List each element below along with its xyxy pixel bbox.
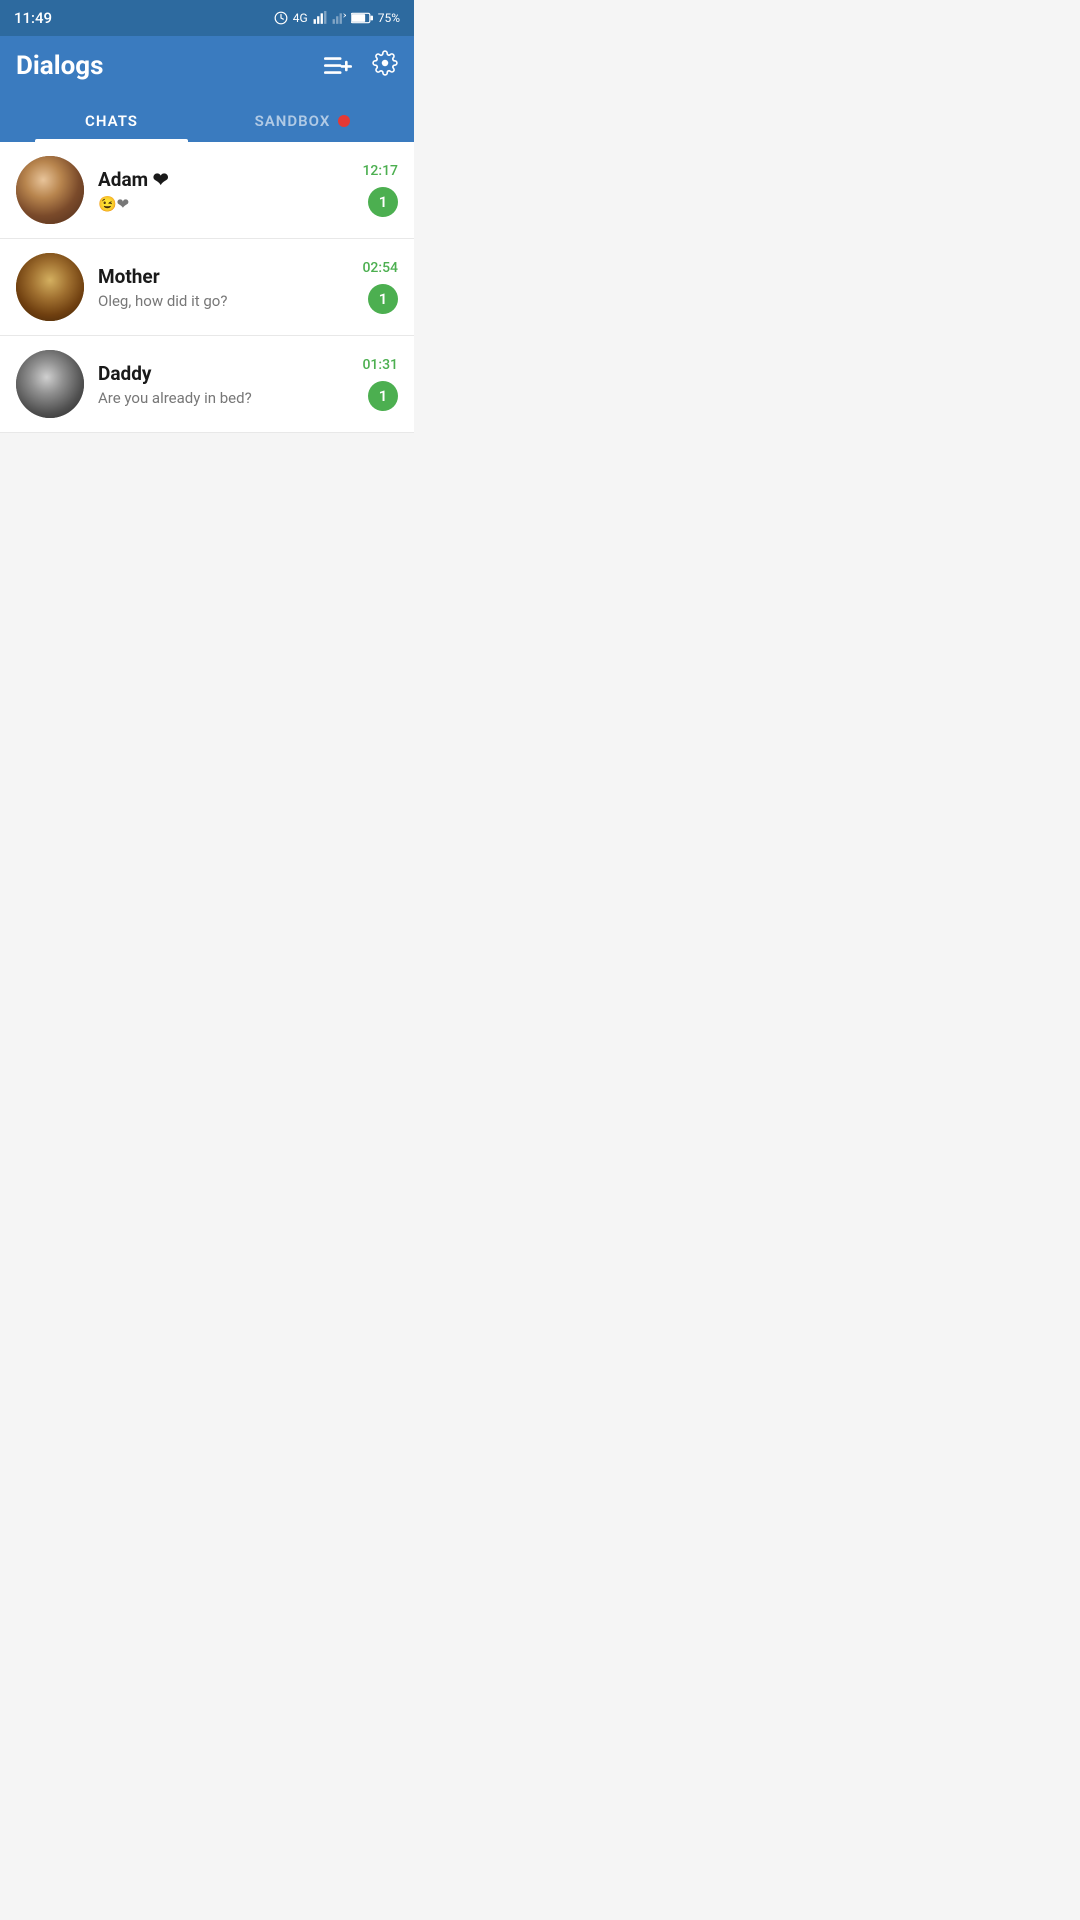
- chat-preview-daddy: Are you already in bed?: [98, 389, 348, 407]
- unread-badge-adam: 1: [368, 187, 398, 217]
- chat-time-mother: 02:54: [362, 260, 398, 276]
- chat-info-daddy: Daddy Are you already in bed?: [98, 362, 348, 407]
- sandbox-notification-dot: [338, 115, 350, 127]
- chat-info-mother: Mother Oleg, how did it go?: [98, 265, 348, 310]
- chat-right-mother: 02:54 1: [362, 260, 398, 314]
- chat-item-mother[interactable]: Mother Oleg, how did it go? 02:54 1: [0, 239, 414, 336]
- network-label: 4G: [293, 11, 308, 25]
- unread-badge-mother: 1: [368, 284, 398, 314]
- avatar-adam-image: [16, 156, 84, 224]
- avatar-mother: [16, 253, 84, 321]
- avatar-mother-image: [16, 253, 84, 321]
- battery-icon: [351, 12, 373, 24]
- header: Dialogs CHATS: [0, 36, 414, 142]
- new-chat-icon: [324, 55, 352, 77]
- chat-list: Adam ❤ 😉❤ 12:17 1: [0, 142, 414, 433]
- chat-right-daddy: 01:31 1: [362, 357, 398, 411]
- status-bar: 11:49 4G ✕ 75%: [0, 0, 414, 36]
- unread-badge-daddy: 1: [368, 381, 398, 411]
- chat-right-adam: 12:17 1: [362, 163, 398, 217]
- chat-item-daddy[interactable]: Daddy Are you already in bed? 01:31 1: [0, 336, 414, 433]
- new-chat-button[interactable]: [324, 55, 352, 77]
- battery-label: 75%: [378, 11, 400, 25]
- avatar-daddy: [16, 350, 84, 418]
- chat-name-daddy: Daddy: [98, 362, 348, 385]
- chat-preview-mother: Oleg, how did it go?: [98, 292, 348, 310]
- clock-icon: [274, 11, 288, 25]
- settings-icon: [372, 50, 398, 76]
- settings-button[interactable]: [372, 50, 398, 82]
- header-top: Dialogs: [16, 50, 398, 82]
- signal-x-icon: ✕: [332, 11, 346, 25]
- svg-text:✕: ✕: [342, 12, 346, 20]
- chat-name-mother: Mother: [98, 265, 348, 288]
- chat-time-daddy: 01:31: [362, 357, 398, 373]
- signal-icon: [313, 11, 327, 25]
- tab-chats[interactable]: CHATS: [16, 100, 207, 142]
- chat-info-adam: Adam ❤ 😉❤: [98, 168, 348, 213]
- tabs: CHATS SANDBOX: [16, 100, 398, 142]
- status-time: 11:49: [14, 9, 52, 27]
- chat-name-adam: Adam ❤: [98, 168, 348, 191]
- avatar-daddy-image: [16, 350, 84, 418]
- chat-item-adam[interactable]: Adam ❤ 😉❤ 12:17 1: [0, 142, 414, 239]
- avatar-adam: [16, 156, 84, 224]
- page-title: Dialogs: [16, 51, 103, 81]
- header-actions: [324, 50, 398, 82]
- tab-sandbox[interactable]: SANDBOX: [207, 100, 398, 142]
- status-icons: 4G ✕ 75%: [274, 11, 400, 25]
- chat-preview-adam: 😉❤: [98, 195, 348, 213]
- chat-time-adam: 12:17: [362, 163, 398, 179]
